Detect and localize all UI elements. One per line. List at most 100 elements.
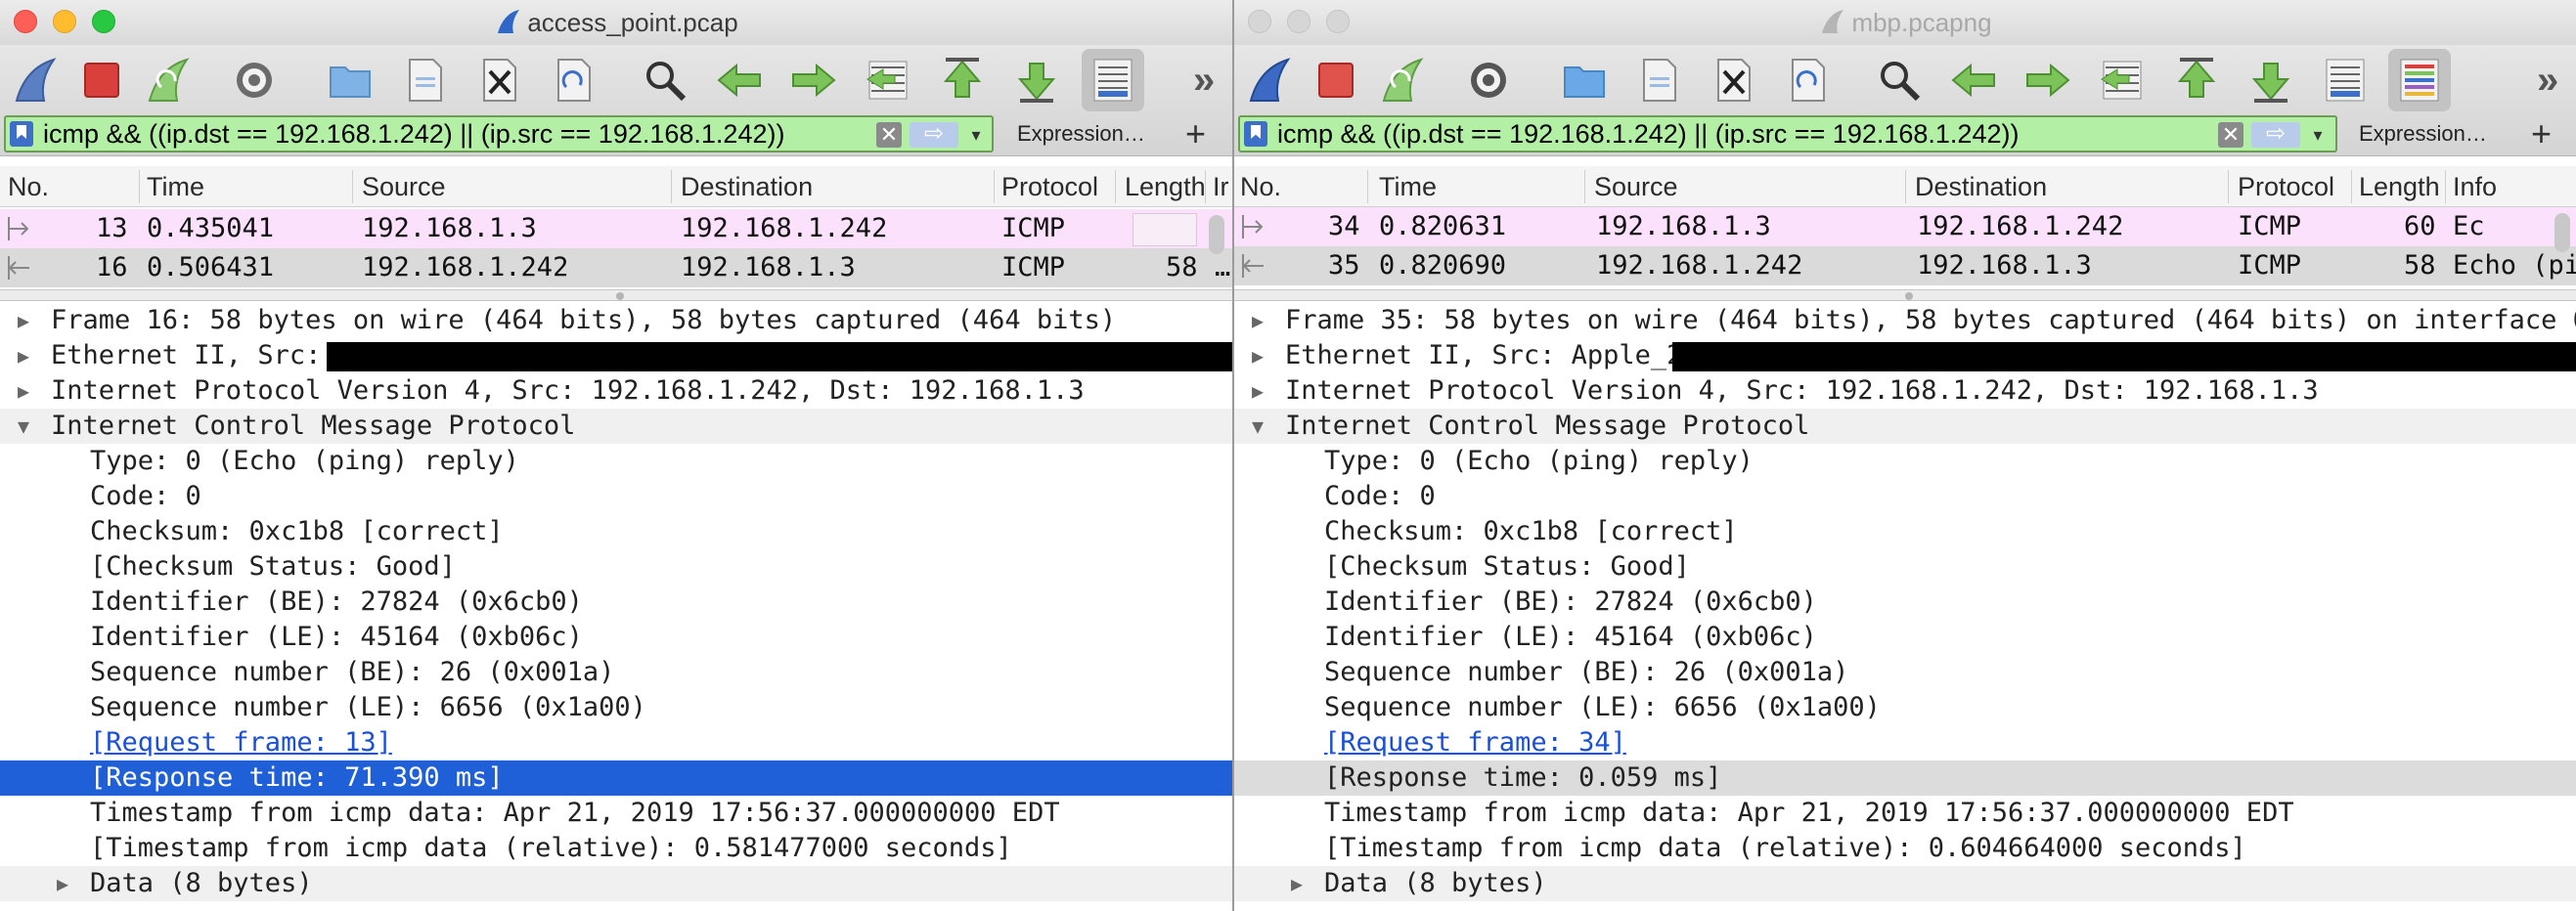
packet-length-edit[interactable] (1133, 213, 1197, 246)
expand-arrow-icon[interactable]: ▶ (12, 373, 35, 409)
column-header-length[interactable]: Length (1125, 172, 1206, 202)
tree-field[interactable]: Sequence number (BE): 26 (0x001a) (0, 655, 1232, 690)
tree-row-ip[interactable]: ▶ Internet Protocol Version 4, Src: 192.1… (1234, 373, 2576, 409)
filter-bookmark-icon[interactable] (1244, 121, 1267, 147)
expand-arrow-icon[interactable]: ▶ (1246, 373, 1269, 409)
packet-list-scrollbar[interactable] (2554, 213, 2570, 252)
tree-row-frame[interactable]: ▶ Frame 16: 58 bytes on wire (464 bits), … (0, 303, 1232, 338)
go-forward-icon[interactable] (2017, 49, 2079, 111)
column-header-time[interactable]: Time (1379, 172, 1437, 202)
go-to-packet-icon[interactable] (2091, 49, 2154, 111)
tree-field[interactable]: Sequence number (LE): 6656 (0x1a00) (1234, 690, 2576, 725)
expand-arrow-icon[interactable]: ▶ (51, 866, 74, 901)
tree-field[interactable]: [Timestamp from icmp data (relative): 0.… (0, 831, 1232, 866)
packet-row-selected[interactable]: 16 0.506431 192.168.1.242 192.168.1.3 IC… (0, 248, 1232, 287)
collapse-arrow-icon[interactable]: ▼ (12, 409, 35, 444)
filter-bookmark-icon[interactable] (10, 121, 33, 147)
tree-field[interactable]: Checksum: 0xc1b8 [correct] (0, 514, 1232, 549)
stop-icon[interactable] (1305, 49, 1367, 111)
request-frame-link[interactable]: [Request frame: 13] (90, 725, 392, 760)
more-icon[interactable]: » (1193, 59, 1215, 103)
last-packet-icon[interactable] (1005, 49, 1068, 111)
tree-field[interactable]: Code: 0 (1234, 479, 2576, 514)
display-filter-input[interactable]: icmp && ((ip.dst == 192.168.1.242) || (i… (1277, 119, 2019, 150)
tree-field[interactable]: Timestamp from icmp data: Apr 21, 2019 1… (1234, 796, 2576, 831)
request-frame-link-row[interactable]: [Request frame: 34] (1234, 725, 2576, 760)
column-header-source[interactable]: Source (1594, 172, 1678, 202)
more-icon[interactable]: » (2537, 59, 2558, 103)
tree-field[interactable]: Sequence number (BE): 26 (0x001a) (1234, 655, 2576, 690)
tree-row-icmp[interactable]: ▼ Internet Control Message Protocol (0, 409, 1232, 444)
expand-arrow-icon[interactable]: ▶ (1246, 303, 1269, 338)
reload-icon[interactable] (542, 49, 604, 111)
column-header-destination[interactable]: Destination (681, 172, 813, 202)
column-header-source[interactable]: Source (362, 172, 446, 202)
tree-field[interactable]: Identifier (LE): 45164 (0xb06c) (0, 620, 1232, 655)
packet-row[interactable]: 13 0.435041 192.168.1.3 192.168.1.242 IC… (0, 209, 1232, 248)
display-filter-bar[interactable]: icmp && ((ip.dst == 192.168.1.242) || (i… (1238, 115, 2337, 152)
request-frame-link[interactable]: [Request frame: 34] (1324, 725, 1626, 760)
expression-button[interactable]: Expression… (2359, 121, 2487, 147)
tree-field[interactable]: Identifier (BE): 27824 (0x6cb0) (0, 585, 1232, 620)
tree-field-selected[interactable]: [Response time: 71.390 ms] (0, 760, 1232, 796)
go-back-icon[interactable] (708, 49, 771, 111)
tree-row-icmp[interactable]: ▼ Internet Control Message Protocol (1234, 409, 2576, 444)
packet-row[interactable]: 34 0.820631 192.168.1.3 192.168.1.242 IC… (1234, 207, 2576, 246)
find-icon[interactable] (1868, 49, 1931, 111)
autoscroll-icon[interactable] (2314, 49, 2376, 111)
close-file-icon[interactable] (467, 49, 530, 111)
expand-arrow-icon[interactable]: ▶ (1285, 866, 1309, 901)
restart-icon[interactable] (137, 49, 200, 111)
column-header-time[interactable]: Time (147, 172, 204, 202)
tree-field[interactable]: Identifier (BE): 27824 (0x6cb0) (1234, 585, 2576, 620)
expand-arrow-icon[interactable]: ▶ (12, 303, 35, 338)
tree-field[interactable]: [Checksum Status: Good] (1234, 549, 2576, 585)
last-packet-icon[interactable] (2240, 49, 2302, 111)
pane-splitter[interactable] (0, 289, 1232, 301)
pane-splitter[interactable] (1234, 289, 2576, 301)
go-forward-icon[interactable] (782, 49, 845, 111)
packet-row-selected[interactable]: 35 0.820690 192.168.1.242 192.168.1.3 IC… (1234, 246, 2576, 285)
save-file-icon[interactable] (1627, 49, 1690, 111)
go-back-icon[interactable] (1942, 49, 2005, 111)
filter-history-dropdown[interactable]: ▾ (2306, 121, 2330, 149)
open-folder-icon[interactable] (319, 49, 381, 111)
shark-fin-start-icon[interactable] (1238, 49, 1301, 111)
tree-field[interactable]: Code: 0 (0, 479, 1232, 514)
find-icon[interactable] (634, 49, 696, 111)
display-filter-bar[interactable]: icmp && ((ip.dst == 192.168.1.242) || (i… (4, 115, 994, 152)
options-gear-icon[interactable] (1457, 49, 1520, 111)
tree-field[interactable]: Type: 0 (Echo (ping) reply) (0, 444, 1232, 479)
column-header-info[interactable]: Info (2453, 172, 2497, 202)
autoscroll-icon[interactable] (1082, 49, 1144, 111)
tree-row-data[interactable]: ▶ Data (8 bytes) (0, 866, 1232, 901)
first-packet-icon[interactable] (931, 49, 994, 111)
tree-field[interactable]: [Timestamp from icmp data (relative): 0.… (1234, 831, 2576, 866)
expand-arrow-icon[interactable]: ▶ (12, 338, 35, 373)
tree-field[interactable]: Sequence number (LE): 6656 (0x1a00) (0, 690, 1232, 725)
tree-field-selected[interactable]: [Response time: 0.059 ms] (1234, 760, 2576, 796)
column-header-no[interactable]: No. (1240, 172, 1281, 202)
tree-row-ethernet[interactable]: ▶ Ethernet II, Src: Apple_2 (1234, 338, 2576, 373)
options-gear-icon[interactable] (223, 49, 286, 111)
tree-row-ethernet[interactable]: ▶ Ethernet II, Src: (0, 338, 1232, 373)
display-filter-input[interactable]: icmp && ((ip.dst == 192.168.1.242) || (i… (43, 119, 784, 150)
collapse-arrow-icon[interactable]: ▼ (1246, 409, 1269, 444)
column-header-info[interactable]: Ir (1213, 172, 1229, 202)
restart-icon[interactable] (1371, 49, 1434, 111)
column-header-no[interactable]: No. (8, 172, 49, 202)
save-file-icon[interactable] (393, 49, 456, 111)
add-filter-button[interactable]: + (2531, 113, 2552, 154)
shark-fin-start-icon[interactable] (4, 49, 67, 111)
close-file-icon[interactable] (1702, 49, 1764, 111)
packet-list-scrollbar[interactable] (1209, 215, 1224, 254)
apply-filter-button[interactable]: ⇨ (910, 122, 958, 148)
expression-button[interactable]: Expression… (1017, 121, 1145, 147)
tree-field[interactable]: Identifier (LE): 45164 (0xb06c) (1234, 620, 2576, 655)
column-header-protocol[interactable]: Protocol (1001, 172, 1098, 202)
clear-filter-button[interactable]: ✕ (876, 122, 902, 148)
tree-row-frame[interactable]: ▶ Frame 35: 58 bytes on wire (464 bits), … (1234, 303, 2576, 338)
clear-filter-button[interactable]: ✕ (2218, 122, 2243, 148)
expand-arrow-icon[interactable]: ▶ (1246, 338, 1269, 373)
tree-field[interactable]: Type: 0 (Echo (ping) reply) (1234, 444, 2576, 479)
